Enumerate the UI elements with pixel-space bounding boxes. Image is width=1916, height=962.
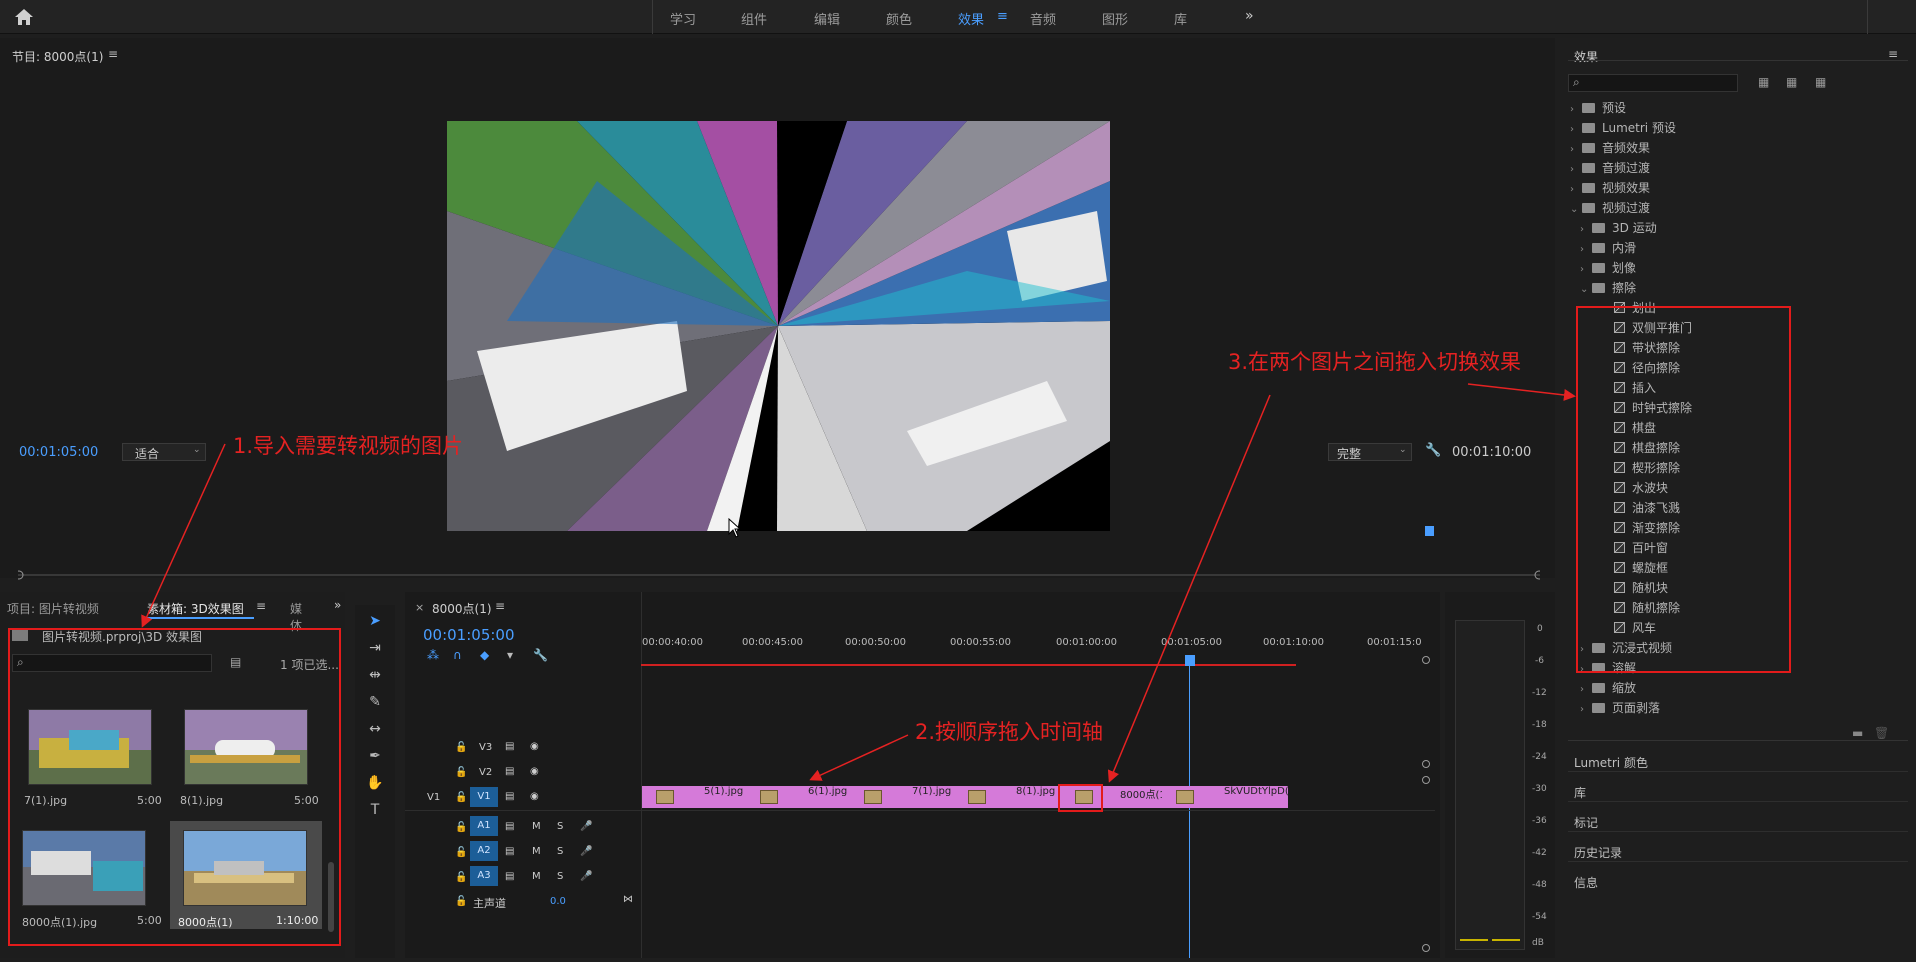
mouse-cursor-icon bbox=[728, 518, 742, 538]
annotation-arrows bbox=[141, 383, 1576, 783]
